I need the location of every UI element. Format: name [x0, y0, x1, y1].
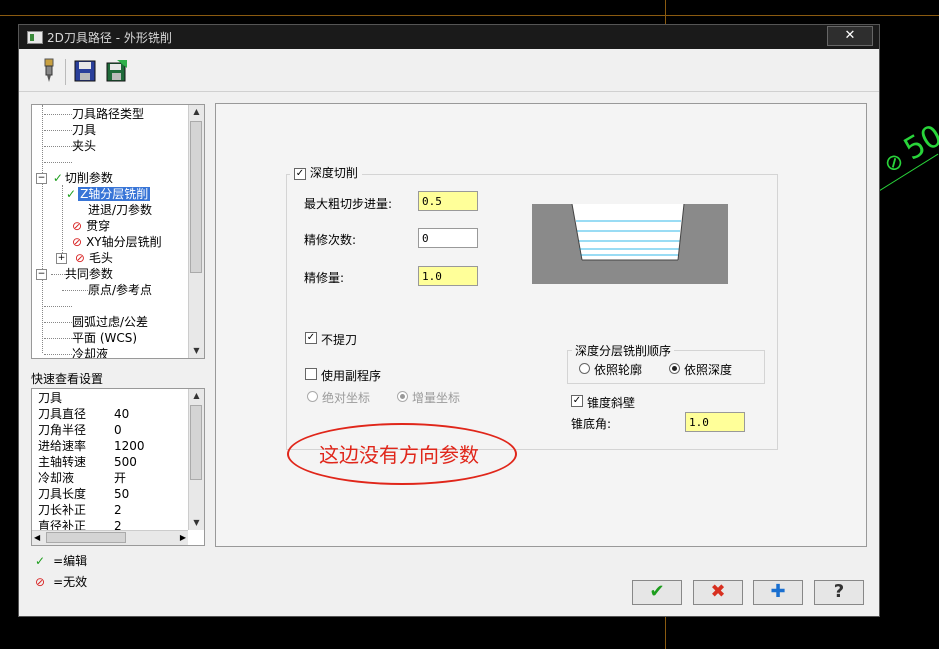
tree-item-tabs[interactable]: + ⊘ 毛头	[56, 250, 113, 266]
no-lift-label: 不提刀	[321, 333, 358, 347]
window-title: 2D刀具路径 - 外形铣削	[47, 31, 172, 45]
tree-scrollbar[interactable]: ▲ ▼	[188, 105, 204, 358]
tree-item-holder[interactable]: 夹头	[44, 138, 96, 154]
checkmark-icon: ✓	[35, 554, 46, 568]
incremental-label: 增量坐标	[412, 391, 461, 405]
expander-icon[interactable]: +	[56, 253, 67, 264]
incremental-radio[interactable]	[397, 391, 408, 402]
by-depth-radio[interactable]	[669, 363, 680, 374]
taper-wall-label: 锥度斜壁	[587, 396, 636, 410]
taper-angle-field[interactable]: 1.0	[685, 412, 745, 432]
title-bar: 2D刀具路径 - 外形铣削 ✕	[19, 25, 879, 49]
save-export-icon[interactable]	[105, 58, 129, 84]
tool-icon[interactable]	[37, 58, 61, 84]
max-rough-step-field[interactable]: 0.5	[418, 191, 478, 211]
quick-view-hscroll[interactable]: ◀ ▶	[32, 530, 188, 545]
finish-amount-label: 精修量:	[304, 271, 345, 285]
tree-item-xy-depth[interactable]: ⊘ XY轴分层铣削	[72, 234, 162, 250]
tree-item-arc-filter[interactable]: 圆弧过虑/公差	[44, 314, 148, 330]
annotation-ellipse: 这边没有方向参数	[287, 423, 517, 485]
list-item: 进给速率 1200	[38, 439, 145, 453]
tree-item-cut-params[interactable]: − ✓ 切削参数	[36, 170, 113, 186]
finish-count-field[interactable]: 0	[418, 228, 478, 248]
max-rough-step-label: 最大粗切步进量:	[304, 197, 393, 211]
depth-cut-checkbox[interactable]: ✓	[294, 167, 306, 180]
no-lift-checkbox[interactable]: ✓	[305, 332, 317, 344]
expander-icon[interactable]: −	[36, 269, 47, 280]
cancel-button[interactable]: ✖	[693, 580, 743, 605]
invalid-icon: ⊘	[35, 575, 46, 589]
app-icon	[27, 31, 43, 44]
depth-cut-preview	[532, 204, 728, 284]
finish-amount-field[interactable]: 1.0	[418, 266, 478, 286]
list-item: 刀具直径 40	[38, 407, 130, 421]
use-subprogram-label: 使用副程序	[321, 369, 382, 383]
tree-item-origin[interactable]: 原点/参考点	[62, 282, 152, 298]
quick-view-list: 刀具 刀具直径 40 刀角半径 0 进给速率 1200 主轴转速 500 冷却液开 刀具…	[31, 388, 205, 546]
tree-item-common-params[interactable]: − 共同参数	[36, 266, 113, 282]
invalid-icon: ⊘	[72, 219, 83, 233]
scroll-thumb[interactable]	[190, 405, 202, 480]
tree-item-lead-in-out[interactable]: 进退/刀参数	[88, 202, 152, 218]
plus-icon: ✚	[770, 581, 786, 602]
scroll-thumb[interactable]	[46, 532, 126, 543]
scroll-right-icon[interactable]: ▶	[180, 531, 186, 545]
quick-view-title: 快速查看设置	[31, 372, 104, 386]
scroll-left-icon[interactable]: ◀	[34, 531, 40, 545]
annotation-text: 这边没有方向参数	[319, 443, 479, 467]
toolbar	[19, 53, 879, 92]
absolute-radio[interactable]	[307, 391, 318, 402]
by-contour-label: 依照轮廓	[594, 363, 643, 377]
x-icon: ✖	[710, 581, 726, 602]
by-contour-radio[interactable]	[579, 363, 590, 374]
tree-item-blank	[44, 298, 72, 314]
legend-edit: ✓ =编辑	[35, 554, 88, 568]
list-item: 刀角半径 0	[38, 423, 122, 437]
use-subprogram-checkbox[interactable]	[305, 368, 317, 380]
ok-button[interactable]: ✔	[632, 580, 682, 605]
save-icon[interactable]	[73, 58, 97, 84]
tree-item-z-depth[interactable]: ✓ Z轴分层铣削	[66, 186, 151, 202]
absolute-label: 绝对坐标	[322, 391, 371, 405]
expander-icon[interactable]: −	[36, 173, 47, 184]
scroll-up-icon[interactable]: ▲	[189, 105, 204, 119]
scroll-down-icon[interactable]: ▼	[189, 344, 204, 358]
depth-order-title: 深度分层铣削顺序	[572, 342, 675, 359]
cad-axis-horizontal	[0, 15, 939, 16]
tree-item-tool[interactable]: 刀具	[44, 122, 96, 138]
tree-item-toolpath-type[interactable]: 刀具路径类型	[44, 106, 144, 122]
quick-view-header: 刀具	[38, 391, 63, 405]
checkmark-icon: ✔	[649, 581, 665, 602]
quick-view-vscroll[interactable]: ▲ ▼	[188, 389, 204, 530]
scroll-up-icon[interactable]: ▲	[189, 389, 204, 403]
tree-item-blank	[44, 154, 72, 170]
add-button[interactable]: ✚	[753, 580, 803, 605]
close-button[interactable]: ✕	[827, 26, 873, 46]
invalid-icon: ⊘	[72, 235, 83, 249]
tree-item-coolant[interactable]: 冷却液	[44, 346, 108, 358]
help-icon: ?	[833, 581, 845, 602]
taper-wall-checkbox[interactable]: ✓	[571, 395, 583, 407]
tree-item-through[interactable]: ⊘ 贯穿	[72, 218, 110, 234]
list-item: 冷却液开	[38, 471, 127, 485]
tree-item-plane[interactable]: 平面 (WCS)	[44, 330, 137, 346]
finish-count-label: 精修次数:	[304, 233, 357, 247]
cad-dimension-text: ⊘ 50.0	[880, 103, 939, 179]
legend-invalid: ⊘ =无效	[35, 575, 88, 589]
parameter-tree: 刀具路径类型 刀具 夹头 − ✓ 切削参数 ✓ Z轴分层铣削 进退/刀参数 ⊘ 贯穿 …	[31, 104, 205, 359]
toolpath-dialog: 2D刀具路径 - 外形铣削 ✕ 刀具路径类型 刀具 夹头 − ✓ 切削参数 ✓ …	[18, 24, 880, 617]
checkmark-icon: ✓	[52, 171, 63, 185]
checkmark-icon: ✓	[66, 187, 77, 201]
by-depth-label: 依照深度	[684, 363, 733, 377]
invalid-icon: ⊘	[74, 251, 85, 265]
scroll-down-icon[interactable]: ▼	[189, 516, 204, 530]
scroll-thumb[interactable]	[190, 121, 202, 273]
depth-cut-panel: ✓ 深度切削 最大粗切步进量: 0.5 精修次数: 0 精修量: 1.0 ✓ 不…	[215, 103, 867, 547]
list-item: 主轴转速 500	[38, 455, 137, 469]
taper-angle-label: 锥底角:	[571, 417, 612, 431]
help-button[interactable]: ?	[814, 580, 864, 605]
depth-cut-title: ✓ 深度切削	[290, 164, 362, 180]
list-item: 刀具长度 50	[38, 487, 130, 501]
list-item: 刀长补正 2	[38, 503, 122, 517]
